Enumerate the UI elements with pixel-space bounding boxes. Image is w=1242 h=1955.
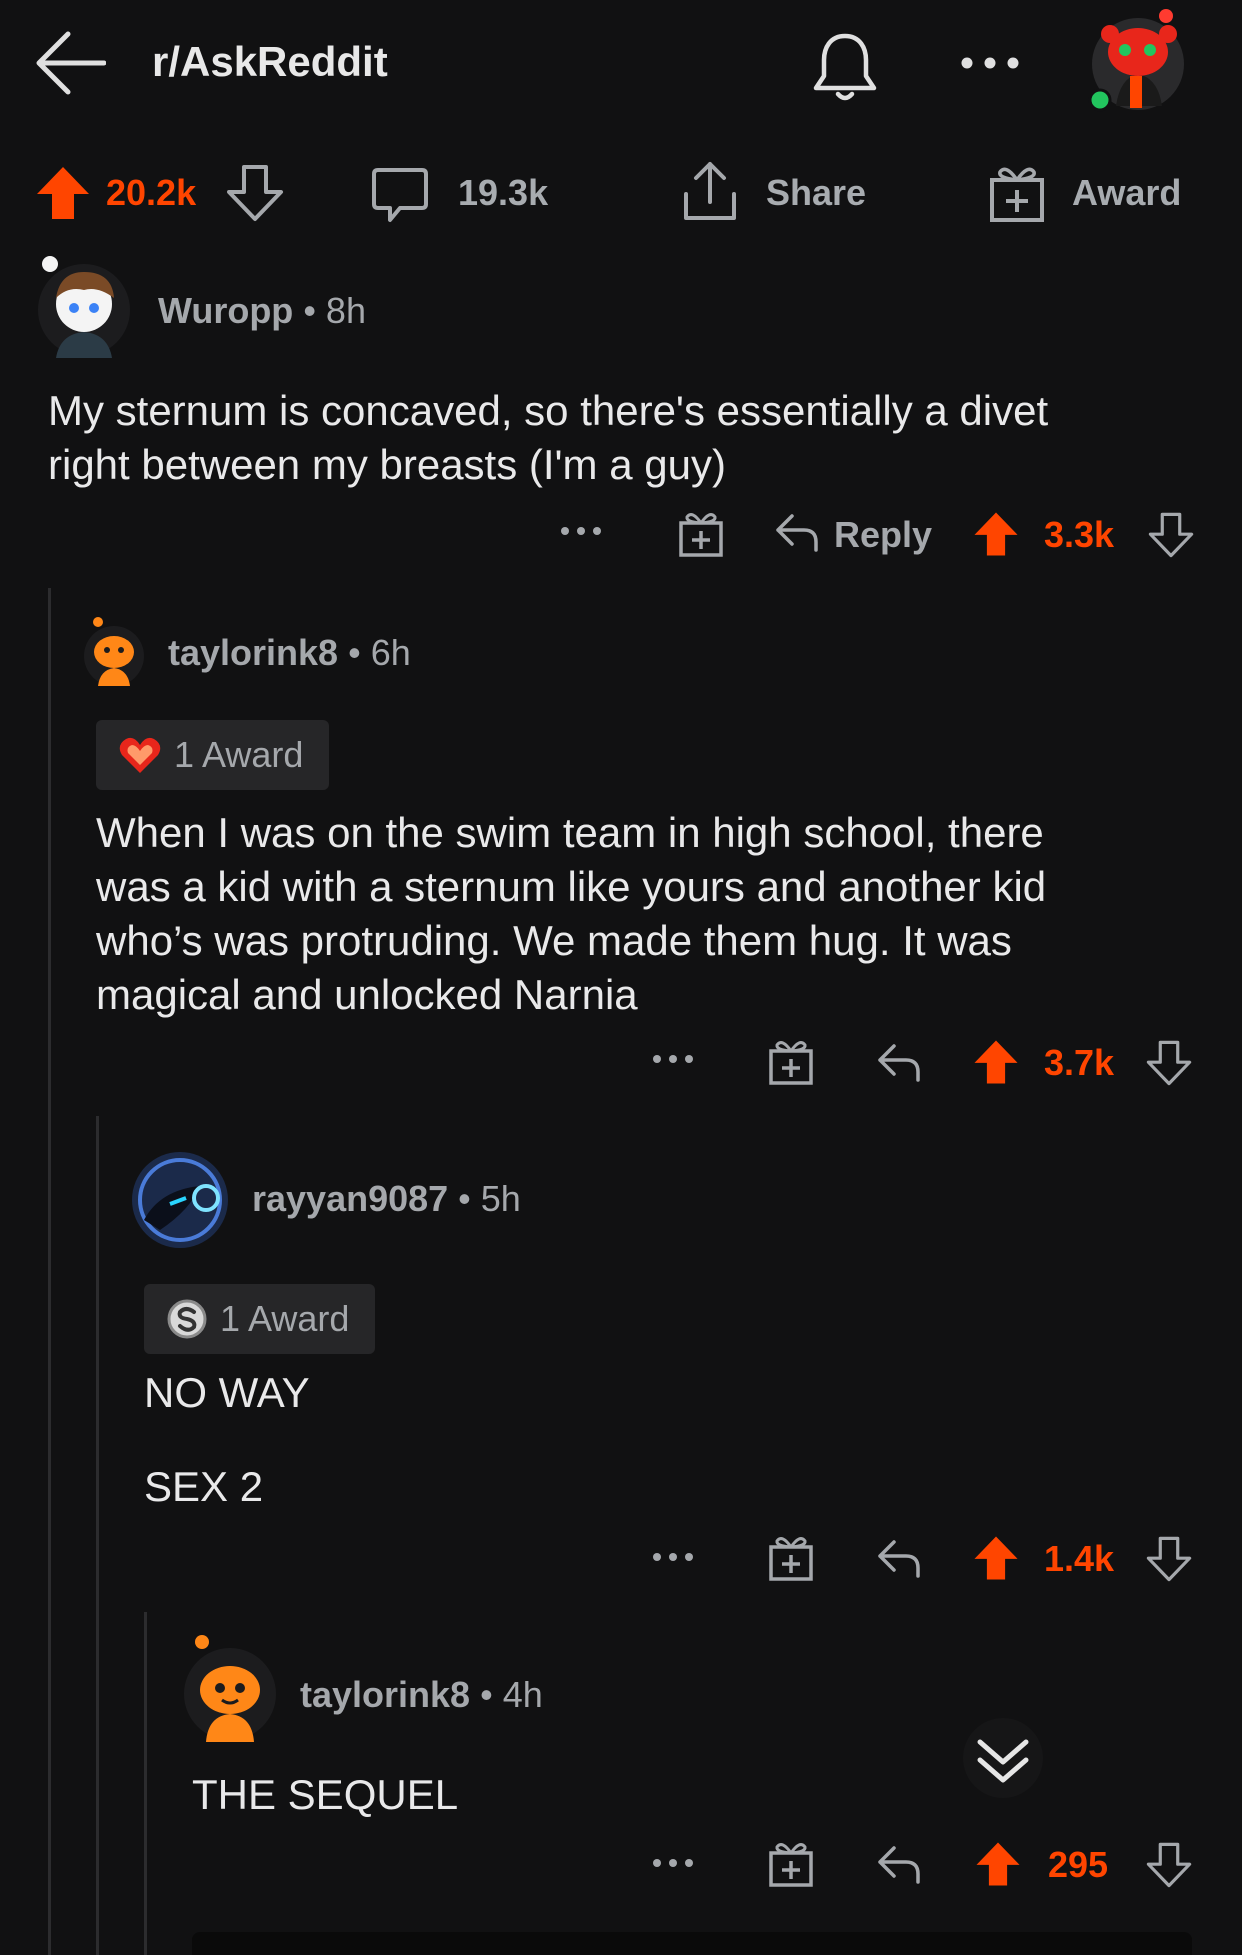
subreddit-title[interactable]: r/AskReddit [152,38,388,86]
comment-timestamp: 4h [502,1674,543,1715]
more-icon[interactable] [652,1858,694,1868]
comment-timestamp: 8h [325,290,366,331]
reply-icon[interactable] [876,1040,922,1084]
avatar[interactable] [178,1632,278,1744]
comment-text-line: THE SEQUEL [192,1771,459,1818]
gift-icon[interactable] [678,510,724,558]
comment-icon[interactable] [370,164,430,224]
gift-icon[interactable] [988,162,1046,224]
thread-line-level-2[interactable] [96,1116,99,1955]
heart-award-icon [118,735,162,775]
collapse-chevron-icon[interactable] [960,1718,1046,1798]
gift-icon[interactable] [768,1840,814,1888]
comment-text-line: magical and unlocked Narnia [96,971,638,1018]
separator-dot: • [448,1178,481,1219]
reply-icon[interactable] [876,1536,922,1580]
separator-dot: • [470,1674,503,1715]
award-count: 1 Award [174,734,304,775]
comment-username[interactable]: taylorink8 [168,632,338,673]
comment-text-line: who’s was protruding. We made them hug. … [96,917,1012,964]
reply-icon[interactable] [876,1842,922,1886]
separator-dot: • [293,290,326,331]
avatar[interactable] [1080,8,1192,116]
award-badge[interactable]: 1 Award [96,720,330,790]
comment-score: 295 [1048,1844,1109,1885]
reply-button[interactable]: Reply [834,514,932,556]
comment-text-line: right between my breasts (I'm a guy) [48,441,726,488]
upvote-icon[interactable] [34,164,92,222]
comment-meta: taylorink8 • 6h [168,632,411,674]
downvote-icon[interactable] [1146,1842,1192,1888]
more-icon[interactable] [652,1054,694,1064]
more-icon[interactable] [652,1552,694,1562]
bell-icon[interactable] [808,30,882,104]
post-action-bar: 20.2k 19.3k Share Award [0,150,1242,240]
award-badge[interactable]: 1 Award [144,1284,376,1354]
comment-text-line: My sternum is concaved, so there's essen… [48,387,1049,434]
thread-line-level-3[interactable] [144,1612,147,1955]
gift-icon[interactable] [768,1534,814,1582]
comment-score: 1.4k [1044,1538,1115,1579]
share-button[interactable]: Share [766,172,866,214]
comment-username[interactable]: taylorink8 [300,1674,470,1715]
comment-text-line: When I was on the swim team in high scho… [96,809,1044,856]
comment-body: THE SEQUEL [192,1768,458,1822]
upvote-icon[interactable] [974,1840,1022,1888]
comment-body: My sternum is concaved, so there's essen… [48,384,1218,492]
comment-meta: rayyan9087 • 5h [252,1178,521,1220]
comment-timestamp: 5h [480,1178,521,1219]
share-icon[interactable] [680,160,740,224]
silver-award-icon [166,1298,208,1340]
next-comment-preview [192,1932,1192,1955]
downvote-icon[interactable] [1146,1536,1192,1582]
avatar[interactable] [82,614,146,688]
comment-text-line: was a kid with a sternum like yours and … [96,863,1047,910]
upvote-icon[interactable] [972,510,1020,558]
comment-text-line: SEX 2 [144,1463,264,1510]
comment-username[interactable]: Wuropp [158,290,293,331]
separator-dot: • [338,632,371,673]
reply-icon[interactable] [774,510,820,554]
comment-body: When I was on the swim team in high scho… [96,806,1226,1022]
comment-timestamp: 6h [370,632,411,673]
comment-body: NO WAY SEX 2 [144,1366,310,1514]
award-button[interactable]: Award [1072,172,1181,214]
avatar[interactable] [34,254,134,360]
comment-score: 3.3k [1044,514,1115,555]
avatar[interactable] [130,1150,230,1250]
post-upvote-count: 20.2k [106,172,197,213]
downvote-icon[interactable] [226,164,284,222]
upvote-icon[interactable] [972,1038,1020,1086]
comment-count[interactable]: 19.3k [458,172,548,214]
comment-text-line: NO WAY [144,1369,310,1416]
more-icon[interactable] [960,56,1020,70]
gift-icon[interactable] [768,1038,814,1086]
comment-username[interactable]: rayyan9087 [252,1178,448,1219]
award-count: 1 Award [220,1298,350,1339]
thread-line-level-1[interactable] [48,588,51,1955]
comment-meta: Wuropp • 8h [158,290,366,332]
comment-meta: taylorink8 • 4h [300,1674,543,1716]
back-arrow-icon[interactable] [34,30,106,96]
comment-score: 3.7k [1044,1042,1115,1083]
downvote-icon[interactable] [1148,512,1194,558]
upvote-icon[interactable] [972,1534,1020,1582]
downvote-icon[interactable] [1146,1040,1192,1086]
more-icon[interactable] [560,526,602,536]
top-bar: r/AskReddit [0,0,1242,130]
